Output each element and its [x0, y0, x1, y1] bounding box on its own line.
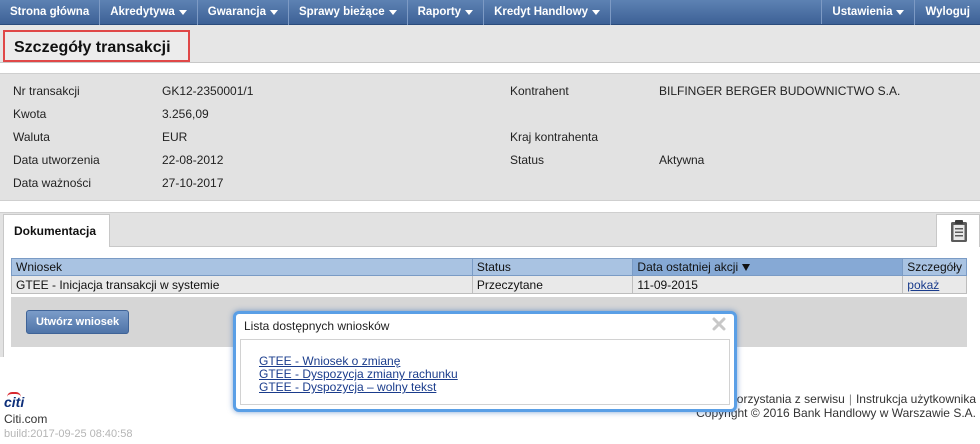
- cell-wniosek: GTEE - Inicjacja transakcji w systemie: [11, 275, 473, 294]
- detail-value: EUR: [162, 130, 188, 144]
- column-header-label: Data ostatniej akcji: [637, 260, 739, 274]
- popup-content: GTEE - Wniosek o zmianę GTEE - Dyspozycj…: [240, 339, 730, 405]
- column-header-label: Szczegóły: [907, 260, 962, 274]
- column-header-wniosek[interactable]: Wniosek: [11, 258, 473, 276]
- copyright: Copyright © 2016 Bank Handlowy w Warszaw…: [696, 406, 976, 420]
- detail-label: Waluta: [13, 130, 50, 144]
- nav-label: Kredyt Handlowy: [494, 6, 589, 18]
- cell-status: Przeczytane: [471, 275, 634, 294]
- nav-raporty[interactable]: Raporty: [408, 0, 485, 25]
- requests-popup: Lista dostępnych wniosków GTEE - Wniosek…: [233, 311, 737, 412]
- nav-label: Sprawy bieżące: [298, 6, 385, 18]
- popup-title: Lista dostępnych wniosków: [244, 319, 390, 333]
- detail-label: Kraj kontrahenta: [510, 130, 599, 144]
- user-manual-link[interactable]: Instrukcja użytkownika: [856, 392, 976, 406]
- cell-szczegoly: pokaż: [902, 275, 967, 294]
- detail-value: BILFINGER BERGER BUDOWNICTWO S.A.: [659, 84, 901, 98]
- page: Strona główna Akredytywa Gwarancja Spraw…: [0, 0, 980, 444]
- footer-separator: |: [848, 392, 852, 406]
- column-header-label: Status: [476, 260, 511, 274]
- create-request-button[interactable]: Utwórz wniosek: [26, 310, 129, 334]
- column-header-status[interactable]: Status: [471, 258, 634, 276]
- detail-label: Data utworzenia: [13, 153, 100, 167]
- nav-label: Gwarancja: [207, 6, 266, 18]
- nav-gwarancja[interactable]: Gwarancja: [198, 0, 289, 25]
- detail-value: 3.256,09: [162, 107, 209, 121]
- sort-desc-icon: [742, 264, 751, 272]
- nav-label: Wyloguj: [925, 6, 970, 18]
- detail-value: GK12-2350001/1: [162, 84, 254, 98]
- detail-value: Aktywna: [659, 153, 705, 167]
- chevron-down-icon: [388, 10, 397, 15]
- column-header-data[interactable]: Data ostatniej akcji: [632, 258, 904, 276]
- detail-label: Kwota: [13, 107, 47, 121]
- tab-label: Dokumentacja: [14, 224, 97, 238]
- page-title-highlight: Szczegóły transakcji: [3, 30, 190, 62]
- nav-wyloguj[interactable]: Wyloguj: [915, 0, 980, 25]
- footer-links: korzystania z serwisu | Instrukcja użytkow…: [731, 392, 976, 406]
- citi-site-link[interactable]: Citi.com: [4, 412, 47, 426]
- nav-label: Raporty: [417, 6, 462, 18]
- page-title: Szczegóły transakcji: [14, 39, 171, 56]
- clipboard-icon: [951, 220, 967, 242]
- title-bar: Szczegóły transakcji: [0, 25, 980, 63]
- request-link-zmiana[interactable]: GTEE - Wniosek o zmianę: [259, 354, 400, 368]
- cell-data: 11-09-2015: [632, 275, 904, 294]
- nav-strona-glowna[interactable]: Strona główna: [0, 0, 101, 25]
- terms-link[interactable]: korzystania z serwisu: [731, 392, 845, 406]
- nav-label: Akredytywa: [110, 6, 175, 18]
- detail-value: 22-08-2012: [162, 153, 224, 167]
- chevron-down-icon: [178, 10, 187, 15]
- chevron-down-icon: [896, 10, 905, 15]
- documents-table: Wniosek Status Data ostatniej akcji Szcz…: [11, 258, 967, 294]
- column-header-label: Wniosek: [16, 260, 63, 274]
- citi-logo: citi: [4, 394, 25, 410]
- show-details-link[interactable]: pokaż: [907, 278, 939, 292]
- nav-ustawienia[interactable]: Ustawienia: [822, 0, 916, 25]
- column-header-szczegoly[interactable]: Szczegóły: [902, 258, 967, 276]
- nav-akredytywa[interactable]: Akredytywa: [100, 0, 198, 25]
- detail-value: 27-10-2017: [162, 176, 224, 190]
- top-navigation: Strona główna Akredytywa Gwarancja Spraw…: [0, 0, 980, 25]
- chevron-down-icon: [269, 10, 278, 15]
- request-link-rachunek[interactable]: GTEE - Dyspozycja zmiany rachunku: [259, 367, 458, 381]
- detail-label: Data ważności: [13, 176, 92, 190]
- chevron-down-icon: [465, 10, 474, 15]
- build-info: build:2017-09-25 08:40:58: [4, 428, 133, 440]
- detail-label: Status: [510, 153, 545, 167]
- request-link-wolny-tekst[interactable]: GTEE - Dyspozycja – wolny tekst: [259, 380, 436, 394]
- nav-kredyt-handlowy[interactable]: Kredyt Handlowy: [484, 0, 612, 25]
- table-row: GTEE - Inicjacja transakcji w systemie P…: [11, 275, 967, 294]
- close-icon: [712, 317, 726, 331]
- nav-label: Strona główna: [10, 6, 90, 18]
- detail-label: Nr transakcji: [13, 84, 80, 98]
- table-header-row: Wniosek Status Data ostatniej akcji Szcz…: [11, 258, 967, 276]
- nav-spacer: [611, 0, 823, 24]
- nav-sprawy-biezace[interactable]: Sprawy bieżące: [289, 0, 408, 25]
- tab-dokumentacja[interactable]: Dokumentacja: [3, 214, 110, 247]
- nav-label: Ustawienia: [832, 6, 893, 18]
- popup-close-button[interactable]: [712, 317, 726, 331]
- clipboard-button[interactable]: [936, 214, 980, 247]
- chevron-down-icon: [592, 10, 601, 15]
- transaction-details: Nr transakcji GK12-2350001/1 Kwota 3.256…: [0, 73, 980, 201]
- detail-label: Kontrahent: [510, 84, 569, 98]
